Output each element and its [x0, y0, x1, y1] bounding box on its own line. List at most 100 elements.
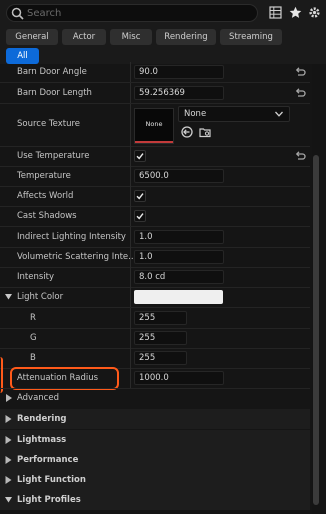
light-color-swatch[interactable]: [134, 290, 223, 304]
column-divider: [130, 104, 131, 146]
property-row: Barn Door Angle 90.0: [0, 62, 310, 82]
collapsed-arrow-icon: [5, 415, 12, 423]
property-label: Temperature: [17, 171, 71, 181]
temperature-input[interactable]: 6500.0: [134, 169, 224, 183]
color-g-input[interactable]: 255: [134, 331, 187, 345]
property-label: Barn Door Length: [17, 88, 92, 98]
color-channel-row: B 255: [0, 348, 310, 368]
reset-to-default-icon[interactable]: [294, 66, 306, 78]
section-light-profiles[interactable]: Light Profiles: [0, 490, 310, 510]
column-divider: [130, 267, 131, 287]
chevron-down-icon: [275, 111, 283, 117]
section-title: Light Function: [17, 475, 86, 485]
filter-rendering-button[interactable]: Rendering: [156, 29, 216, 45]
grid-view-icon[interactable]: [269, 6, 282, 19]
collapsed-arrow-icon: [5, 476, 12, 484]
use-temperature-checkbox[interactable]: [134, 150, 146, 162]
column-divider: [130, 247, 131, 267]
reset-to-default-icon[interactable]: [294, 150, 306, 162]
texture-type-bar: [135, 141, 173, 143]
section-performance[interactable]: Performance: [0, 450, 310, 470]
property-row: Affects World: [0, 186, 310, 206]
advanced-expander[interactable]: Advanced: [0, 388, 310, 408]
section-title: Performance: [17, 455, 79, 465]
barn-door-angle-input[interactable]: 90.0: [134, 65, 224, 79]
search-input[interactable]: Search: [27, 7, 61, 20]
color-channel-row: G 255: [0, 328, 310, 348]
details-toolbar: Search: [0, 0, 326, 26]
section-light-function[interactable]: Light Function: [0, 470, 310, 490]
affects-world-checkbox[interactable]: [134, 190, 146, 202]
column-divider: [130, 206, 131, 226]
property-row: Barn Door Length 59.256369: [0, 83, 310, 103]
filter-misc-button[interactable]: Misc: [110, 29, 152, 45]
color-b-input[interactable]: 255: [134, 351, 187, 365]
column-divider: [130, 186, 131, 206]
barn-door-length-input[interactable]: 59.256369: [134, 86, 224, 100]
section-rendering[interactable]: Rendering: [0, 409, 310, 429]
category-filter-bar: General Actor Misc Rendering Streaming A…: [0, 26, 326, 64]
advanced-label: Advanced: [17, 393, 59, 403]
expanded-arrow-icon: [5, 497, 12, 503]
property-label: Light Color: [17, 292, 64, 302]
property-label: Use Temperature: [17, 151, 90, 161]
intensity-input[interactable]: 8.0 cd: [134, 270, 224, 284]
highlight-annotation: [10, 367, 119, 390]
section-title: Light Profiles: [17, 495, 81, 505]
column-divider: [130, 368, 131, 388]
filter-actor-button[interactable]: Actor: [62, 29, 106, 45]
property-label: Affects World: [17, 191, 74, 201]
column-divider: [130, 328, 131, 348]
checkmark-icon: [136, 153, 144, 160]
property-row: Volumetric Scattering Inte... 1.0: [0, 247, 310, 267]
property-row: Intensity 8.0 cd: [0, 267, 310, 287]
channel-label: B: [30, 353, 36, 363]
texture-thumbnail-label: None: [145, 120, 163, 128]
search-box[interactable]: Search: [6, 4, 258, 22]
indirect-lighting-intensity-input[interactable]: 1.0: [134, 230, 224, 244]
dropdown-value: None: [184, 109, 207, 119]
use-selected-asset-icon[interactable]: [181, 126, 193, 138]
column-divider: [130, 348, 131, 368]
color-r-input[interactable]: 255: [134, 311, 187, 325]
filter-streaming-button[interactable]: Streaming: [220, 29, 282, 45]
column-divider: [130, 83, 131, 103]
source-texture-dropdown[interactable]: None: [178, 106, 290, 122]
checkmark-icon: [136, 213, 144, 220]
search-icon: [11, 7, 24, 20]
property-row: Temperature 6500.0: [0, 166, 310, 186]
section-title: Lightmass: [17, 435, 67, 445]
cast-shadows-checkbox[interactable]: [134, 210, 146, 222]
column-divider: [130, 308, 131, 328]
column-divider: [130, 287, 131, 307]
property-label: Volumetric Scattering Inte...: [17, 252, 137, 262]
section-title: Rendering: [17, 414, 67, 424]
property-label: Intensity: [17, 272, 54, 282]
color-channel-row: R 255: [0, 308, 310, 328]
property-row: Use Temperature: [0, 146, 310, 166]
expanded-arrow-icon: [5, 294, 12, 300]
property-label: Barn Door Angle: [17, 67, 87, 77]
reset-to-default-icon[interactable]: [294, 87, 306, 99]
volumetric-scattering-intensity-input[interactable]: 1.0: [134, 250, 224, 264]
texture-thumbnail[interactable]: None: [134, 108, 174, 144]
scrollbar-thumb[interactable]: [313, 155, 319, 505]
settings-gear-icon[interactable]: [308, 6, 321, 19]
checkmark-icon: [136, 193, 144, 200]
browse-folder-icon[interactable]: [199, 126, 211, 138]
column-divider: [130, 146, 131, 166]
property-row: Indirect Lighting Intensity 1.0: [0, 227, 310, 247]
collapsed-arrow-icon: [5, 456, 12, 464]
favorites-star-icon[interactable]: [289, 6, 302, 19]
property-label: Cast Shadows: [17, 211, 77, 221]
property-row: Cast Shadows: [0, 206, 310, 226]
property-label: Indirect Lighting Intensity: [17, 232, 126, 242]
collapsed-arrow-icon: [5, 436, 12, 444]
column-divider: [130, 62, 131, 82]
channel-label: R: [30, 313, 36, 323]
attenuation-radius-input[interactable]: 1000.0: [134, 371, 224, 385]
section-lightmass[interactable]: Lightmass: [0, 430, 310, 450]
column-divider: [130, 166, 131, 186]
filter-general-button[interactable]: General: [6, 29, 58, 45]
collapsed-arrow-icon: [6, 394, 12, 402]
